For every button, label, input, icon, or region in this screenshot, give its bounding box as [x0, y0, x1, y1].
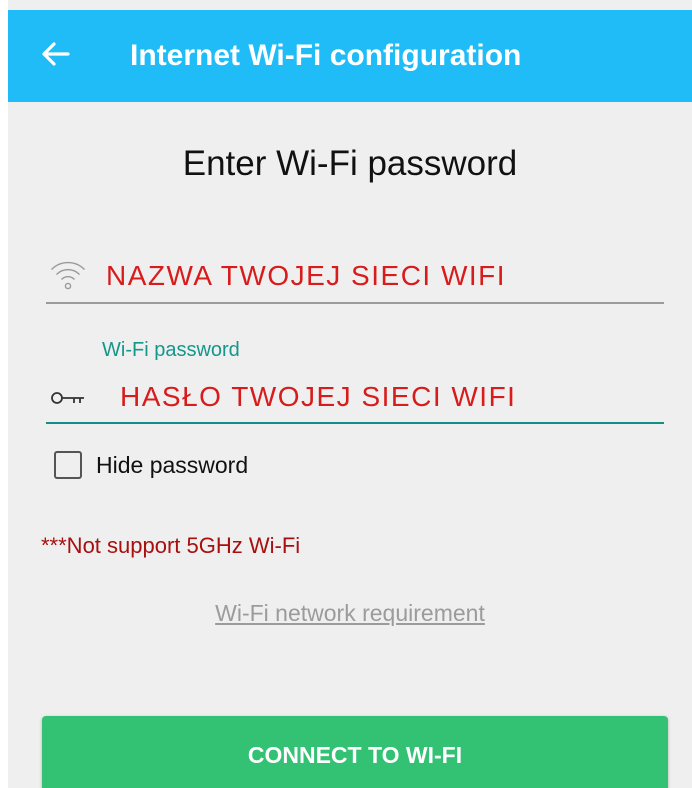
connect-button[interactable]: CONNECT TO WI-FI — [42, 716, 668, 788]
back-button[interactable] — [36, 34, 76, 74]
app-screen: Internet Wi-Fi configuration Enter Wi-Fi… — [8, 0, 692, 788]
checkbox-box[interactable] — [54, 451, 82, 479]
page-heading: Enter Wi-Fi password — [182, 144, 518, 183]
password-field[interactable]: HASŁO TWOJEJ SIECI WIFI — [46, 372, 664, 424]
app-bar-title: Internet Wi-Fi configuration — [130, 39, 522, 72]
wifi-icon — [50, 261, 86, 290]
password-field-label: Wi-Fi password — [102, 339, 240, 361]
app-bar: Internet Wi-Fi configuration — [8, 10, 692, 102]
ssid-value: NAZWA TWOJEJ SIECI WIFI — [106, 260, 507, 291]
wifi-band-warning: ***Not support 5GHz Wi-Fi — [41, 533, 301, 558]
wifi-requirement-link[interactable]: Wi-Fi network requirement — [8, 600, 692, 627]
connect-button-label: CONNECT TO WI-FI — [247, 742, 463, 768]
ssid-field[interactable]: NAZWA TWOJEJ SIECI WIFI — [46, 250, 664, 304]
key-icon — [51, 392, 84, 404]
arrow-left-icon — [42, 42, 70, 66]
password-value: HASŁO TWOJEJ SIECI WIFI — [120, 381, 517, 412]
hide-password-label: Hide password — [96, 452, 249, 478]
